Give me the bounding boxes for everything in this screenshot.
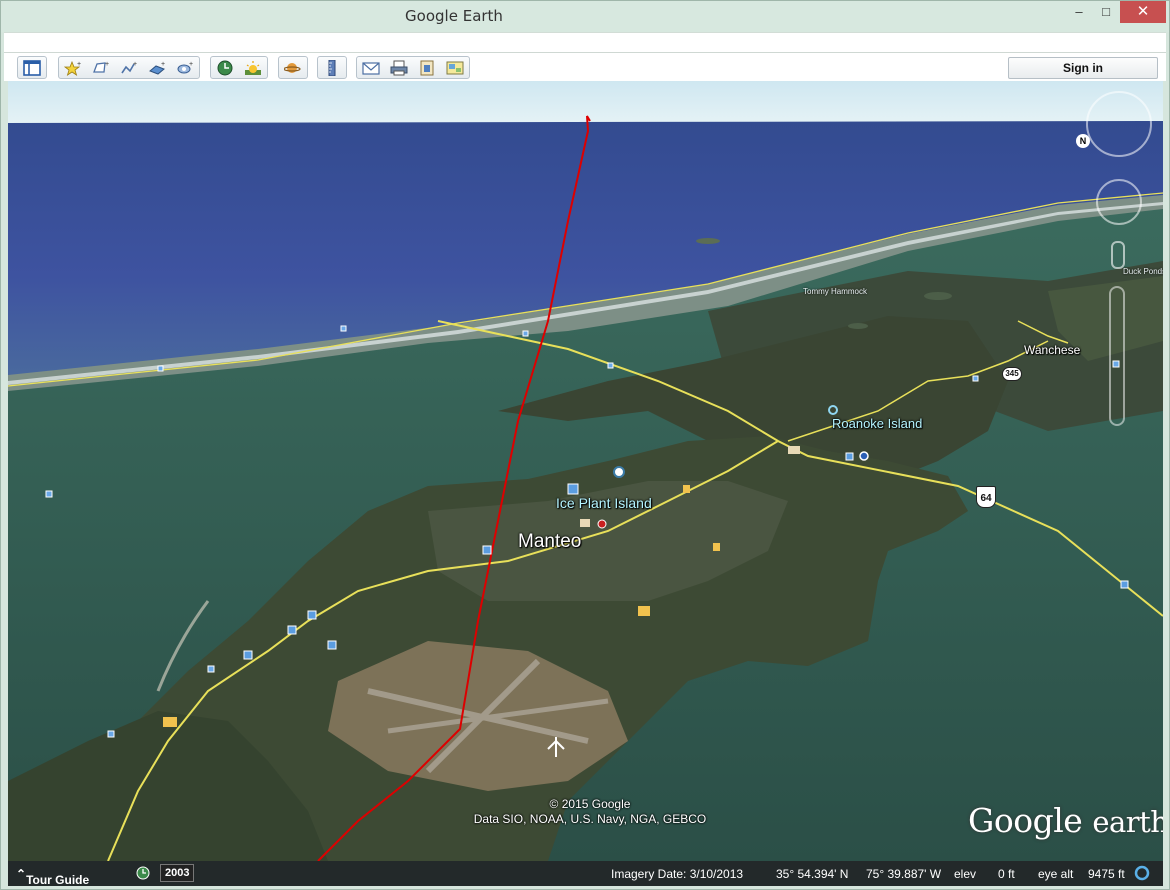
add-polygon-button[interactable]: + (87, 57, 115, 78)
add-image-overlay-icon: + (149, 61, 165, 75)
google-earth-window: Google Earth – □ ✕ + + + + + Sign in Man… (0, 0, 1170, 890)
eye-alt-label: eye alt (1038, 867, 1074, 881)
sign-in-button[interactable]: Sign in (1008, 57, 1158, 79)
tour-guide-button[interactable]: ⌃ Tour Guide (16, 867, 89, 887)
svg-text:+: + (77, 61, 81, 68)
label-manteo[interactable]: Manteo (518, 531, 581, 553)
toolbar-group-ruler (317, 56, 347, 79)
toolbar: + + + + + Sign in (4, 52, 1166, 81)
label-tommy-hammock[interactable]: Tommy Hammock (803, 287, 867, 296)
record-tour-button[interactable]: + (171, 57, 199, 78)
add-polygon-icon: + (93, 61, 109, 73)
street-view-pegman-icon[interactable] (1111, 241, 1125, 269)
switch-planet-button[interactable] (279, 57, 307, 78)
logo-word-earth: earth (1092, 805, 1163, 839)
toolbar-group-imagery (210, 56, 268, 79)
add-placemark-icon: + (64, 60, 81, 76)
print-icon (390, 60, 408, 75)
imagery-date: Imagery Date: 3/10/2013 (611, 867, 744, 881)
latitude: 35° 54.394' N (776, 867, 849, 881)
add-path-button[interactable]: + (115, 57, 143, 78)
view-in-maps-button[interactable] (441, 57, 469, 78)
toolbar-group-sidebar (17, 56, 47, 79)
add-path-icon: + (121, 61, 137, 73)
look-joystick[interactable] (1086, 91, 1152, 157)
historical-imagery-status-icon[interactable] (136, 866, 150, 883)
nc-345-shield: 345 (1002, 367, 1022, 381)
label-roanoke-island[interactable]: Roanoke Island (832, 416, 922, 431)
elev-value: 0 ft (998, 867, 1015, 881)
longitude: 75° 39.887' W (866, 867, 942, 881)
maximize-button[interactable]: □ (1093, 1, 1119, 23)
us-64-shield: 64 (976, 486, 996, 508)
add-placemark-button[interactable]: + (59, 57, 87, 78)
attribution: © 2015 Google Data SIO, NOAA, U.S. Navy,… (460, 797, 720, 827)
earth-3d-view[interactable]: Manteo Ice Plant Island Roanoke Island W… (8, 81, 1163, 861)
ruler-button[interactable] (318, 57, 346, 78)
historical-imagery-button[interactable] (211, 57, 239, 78)
nc-345-shield-label: 345 (1005, 369, 1019, 378)
label-wanchese[interactable]: Wanchese (1024, 343, 1080, 357)
toolbar-group-share (356, 56, 470, 79)
toolbar-group-planet (278, 56, 308, 79)
compass-north-icon[interactable]: N (1076, 134, 1090, 148)
move-joystick[interactable] (1096, 179, 1142, 225)
eye-alt-value: 9475 ft (1088, 867, 1125, 881)
hide-sidebar-button[interactable] (18, 57, 46, 78)
email-button[interactable] (357, 57, 385, 78)
svg-text:+: + (105, 61, 109, 68)
hide-sidebar-icon (23, 59, 41, 76)
tour-guide-label: Tour Guide (26, 873, 90, 887)
svg-text:+: + (161, 61, 165, 68)
menu-strip (4, 32, 1166, 52)
historical-imagery-icon (217, 60, 233, 75)
streaming-indicator-icon (1134, 865, 1150, 884)
minimize-button[interactable]: – (1066, 1, 1092, 23)
svg-text:+: + (133, 61, 137, 68)
record-tour-icon: + (177, 61, 193, 73)
copyright-text: © 2015 Google (549, 797, 631, 811)
toolbar-group-add: + + + + + (58, 56, 200, 79)
terrain-scene (8, 81, 1163, 861)
google-earth-logo: Google earth (968, 801, 1163, 840)
label-duck-ponds[interactable]: Duck Ponds (1123, 267, 1163, 276)
save-image-icon (420, 60, 434, 75)
imagery-year-box[interactable]: 2003 (160, 864, 195, 882)
status-bar: ⌃ Tour Guide 2003 Imagery Date: 3/10/201… (8, 861, 1163, 887)
label-ice-plant-island[interactable]: Ice Plant Island (556, 495, 652, 511)
email-icon (362, 61, 380, 75)
zoom-slider[interactable] (1109, 286, 1125, 426)
elev-label: elev (954, 867, 977, 881)
compass-north-label: N (1079, 136, 1087, 146)
switch-planet-icon (284, 62, 301, 73)
logo-word-google: Google (968, 801, 1083, 840)
print-button[interactable] (385, 57, 413, 78)
save-image-button[interactable] (413, 57, 441, 78)
us-64-shield-label: 64 (980, 493, 992, 504)
sunlight-icon (245, 60, 261, 75)
title-bar[interactable]: Google Earth – □ ✕ (1, 1, 1169, 32)
add-image-overlay-button[interactable]: + (143, 57, 171, 78)
close-button[interactable]: ✕ (1120, 1, 1166, 23)
svg-text:+: + (189, 61, 193, 68)
view-in-maps-icon (446, 61, 464, 74)
sunlight-button[interactable] (239, 57, 267, 78)
data-sources-text: Data SIO, NOAA, U.S. Navy, NGA, GEBCO (473, 812, 707, 826)
window-title: Google Earth (405, 7, 503, 25)
ruler-icon (328, 59, 336, 76)
